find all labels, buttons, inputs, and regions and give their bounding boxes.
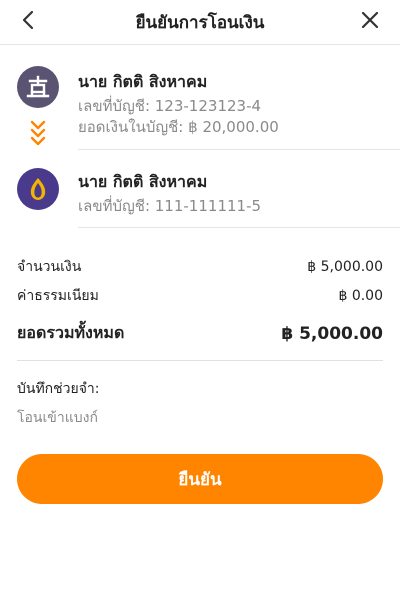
krungthai-bank-icon [17, 66, 59, 108]
scb-bank-icon [17, 168, 59, 210]
to-account: นาย กิตติ สิงหาคม เลขที่บัญชี: 111-11111… [0, 154, 400, 234]
divider [17, 360, 383, 361]
divider [78, 149, 400, 150]
fee-value: ฿ 0.00 [338, 288, 383, 304]
divider [78, 227, 400, 228]
close-icon [361, 11, 379, 33]
close-button[interactable] [358, 10, 382, 34]
total-value: ฿ 5,000.00 [281, 323, 383, 344]
confirm-button[interactable]: ยืนยัน [17, 454, 383, 504]
memo-label: บันทึกช่วยจำ: [17, 381, 100, 397]
memo-input[interactable] [17, 405, 377, 431]
to-account-name: นาย กิตติ สิงหาคม [78, 172, 208, 191]
from-account: นาย กิตติ สิงหาคม เลขที่บัญชี: 123-12312… [0, 54, 400, 154]
total-row: ยอดรวมทั้งหมด ฿ 5,000.00 [17, 321, 383, 346]
fee-row: ค่าธรรมเนียม ฿ 0.00 [17, 285, 383, 307]
total-label: ยอดรวมทั้งหมด [17, 323, 125, 342]
amount-label: จำนวนเงิน [17, 259, 82, 275]
from-account-name: นาย กิตติ สิงหาคม [78, 72, 208, 91]
chevron-left-icon [21, 10, 35, 34]
amount-value: ฿ 5,000.00 [307, 259, 383, 275]
page-title: ยืนยันการโอนเงิน [135, 12, 265, 33]
amount-row: จำนวนเงิน ฿ 5,000.00 [17, 256, 383, 278]
back-button[interactable] [16, 10, 40, 34]
fee-label: ค่าธรรมเนียม [17, 288, 99, 304]
app-header: ยืนยันการโอนเงิน [0, 0, 400, 45]
double-chevron-down-icon [28, 119, 48, 149]
to-account-number: เลขที่บัญชี: 111-111111-5 [78, 197, 262, 215]
from-account-balance: ยอดเงินในบัญชี: ฿ 20,000.00 [78, 118, 279, 136]
